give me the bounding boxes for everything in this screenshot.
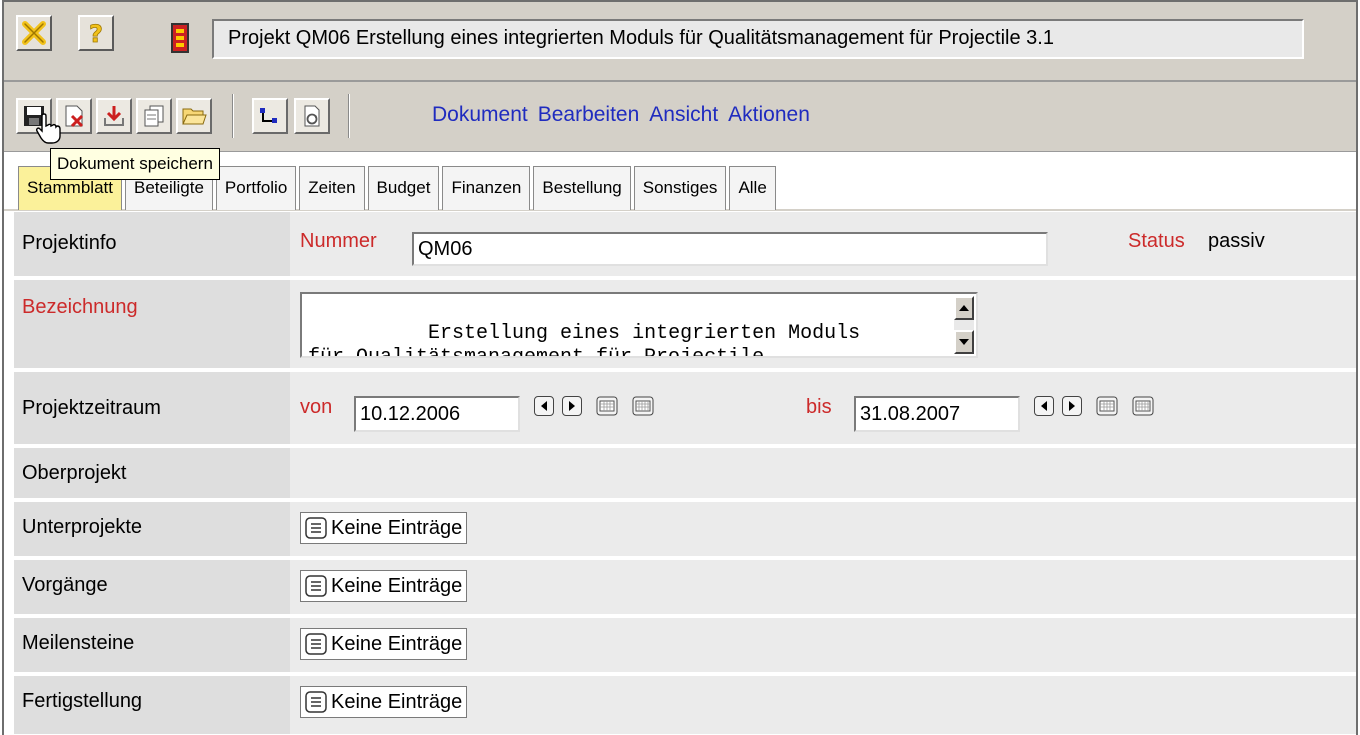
menu-bearbeiten[interactable]: Bearbeiten — [538, 103, 640, 127]
row-projektinfo: Projektinfo Nummer Status passiv — [14, 212, 1356, 278]
status-value: passiv — [1208, 230, 1265, 252]
menu-ansicht[interactable]: Ansicht — [649, 103, 718, 127]
svg-text:?: ? — [89, 20, 103, 47]
title-bar: ? Projekt QM06 Erstellung eines integrie… — [4, 2, 1356, 82]
list-icon — [305, 517, 327, 539]
tooltip: Dokument speichern — [50, 148, 220, 180]
row-bezeichnung: Bezeichnung Erstellung eines integrierte… — [14, 280, 1356, 370]
tab-finanzen[interactable]: Finanzen — [442, 166, 531, 210]
tab-alle[interactable]: Alle — [729, 166, 776, 210]
bezeichnung-text: Erstellung eines integrierten Moduls für… — [308, 322, 861, 358]
prev-day-icon[interactable] — [534, 396, 554, 416]
row-vorgaenge: Vorgänge Keine Einträge — [14, 560, 1356, 616]
list-button-label: Keine Einträge — [331, 516, 463, 539]
calendar-month-icon[interactable] — [632, 396, 654, 416]
hierarchy-icon[interactable] — [252, 98, 288, 134]
unterprojekte-label: Unterprojekte — [14, 502, 290, 556]
bis-date-controls — [1034, 396, 1174, 418]
list-button-label: Keine Einträge — [331, 690, 463, 713]
meilensteine-list-button[interactable]: Keine Einträge — [300, 628, 468, 660]
list-icon — [305, 691, 327, 713]
list-button-label: Keine Einträge — [331, 574, 463, 597]
menu-aktionen[interactable]: Aktionen — [728, 103, 810, 127]
list-icon — [305, 575, 327, 597]
row-meilensteine: Meilensteine Keine Einträge — [14, 618, 1356, 674]
calendar-icon[interactable] — [596, 396, 618, 416]
next-day-icon[interactable] — [1062, 396, 1082, 416]
status-label: Status — [1128, 230, 1185, 252]
row-fertigstellung: Fertigstellung Keine Einträge — [14, 676, 1356, 735]
close-x-icon[interactable] — [16, 15, 52, 51]
hand-cursor-icon — [36, 112, 62, 150]
refresh-document-icon[interactable] — [294, 98, 330, 134]
row-projektzeitraum: Projektzeitraum von bis — [14, 372, 1356, 446]
tab-portfolio[interactable]: Portfolio — [215, 166, 297, 210]
help-icon[interactable]: ? — [78, 15, 114, 51]
list-button-label: Keine Einträge — [331, 632, 463, 655]
oberprojekt-label: Oberprojekt — [14, 448, 290, 498]
toolbar-separator — [348, 94, 350, 138]
calendar-icon[interactable] — [1096, 396, 1118, 416]
calendar-month-icon[interactable] — [1132, 396, 1154, 416]
project-icon — [166, 22, 194, 54]
window: ? Projekt QM06 Erstellung eines integrie… — [2, 0, 1358, 735]
bis-date-input[interactable] — [854, 396, 1020, 432]
next-day-icon[interactable] — [562, 396, 582, 416]
scroll-down-icon[interactable] — [954, 330, 974, 354]
von-date-controls — [534, 396, 674, 418]
copy-icon[interactable] — [136, 98, 172, 134]
vorgaenge-list-button[interactable]: Keine Einträge — [300, 570, 468, 602]
unterprojekte-list-button[interactable]: Keine Einträge — [300, 512, 468, 544]
projektinfo-label: Projektinfo — [14, 212, 290, 276]
download-icon[interactable] — [96, 98, 132, 134]
prev-day-icon[interactable] — [1034, 396, 1054, 416]
main-menu: Dokument Bearbeiten Ansicht Aktionen — [432, 103, 810, 127]
bis-label: bis — [806, 396, 832, 418]
nummer-label: Nummer — [300, 230, 377, 252]
bezeichnung-label: Bezeichnung — [14, 280, 290, 368]
tab-bestellung[interactable]: Bestellung — [533, 166, 631, 210]
von-label: von — [300, 396, 333, 418]
menu-dokument[interactable]: Dokument — [432, 103, 528, 127]
list-icon — [305, 633, 327, 655]
toolbar: Dokument Bearbeiten Ansicht Aktionen — [4, 82, 1356, 152]
nummer-input[interactable] — [412, 232, 1048, 266]
vorgaenge-label: Vorgänge — [14, 560, 290, 614]
tab-zeiten[interactable]: Zeiten — [299, 166, 365, 210]
scroll-up-icon[interactable] — [954, 296, 974, 320]
toolbar-separator — [232, 94, 234, 138]
tab-budget[interactable]: Budget — [367, 166, 440, 210]
row-oberprojekt: Oberprojekt — [14, 448, 1356, 500]
bezeichnung-textarea[interactable]: Erstellung eines integrierten Moduls für… — [300, 292, 978, 358]
tab-sonstiges[interactable]: Sonstiges — [633, 166, 727, 210]
projektzeitraum-label: Projektzeitraum — [14, 372, 290, 444]
meilensteine-label: Meilensteine — [14, 618, 290, 672]
fertigstellung-label: Fertigstellung — [14, 676, 290, 734]
textarea-scrollbar[interactable] — [954, 296, 974, 354]
window-title: Projekt QM06 Erstellung eines integriert… — [212, 19, 1304, 59]
fertigstellung-list-button[interactable]: Keine Einträge — [300, 686, 468, 718]
von-date-input[interactable] — [354, 396, 520, 432]
open-folder-icon[interactable] — [176, 98, 212, 134]
row-unterprojekte: Unterprojekte Keine Einträge — [14, 502, 1356, 558]
